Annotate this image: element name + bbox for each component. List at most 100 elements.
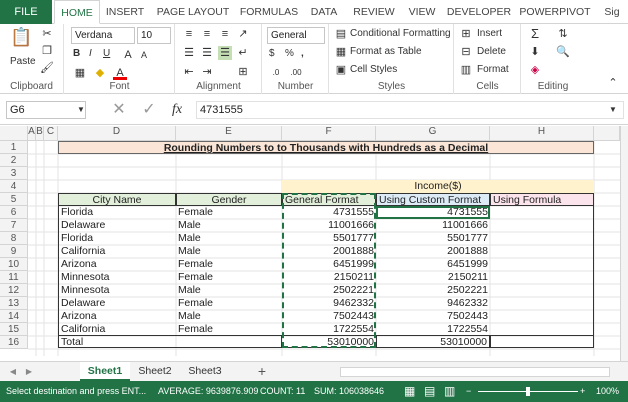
expand-formula-icon[interactable]: ▼ (606, 103, 620, 117)
total-formula[interactable] (490, 335, 594, 348)
add-sheet-button[interactable]: + (252, 362, 272, 381)
find-select-icon[interactable]: 🔍 (556, 45, 570, 59)
custom-format-cell[interactable]: 11001666 (376, 219, 490, 232)
percent-button[interactable]: % (285, 48, 294, 59)
custom-format-cell[interactable]: 6451999 (376, 258, 490, 271)
align-middle-icon[interactable]: ≡ (200, 27, 214, 41)
total-custom[interactable]: 53010000 (376, 335, 490, 348)
custom-format-cell[interactable]: 2502221 (376, 284, 490, 297)
currency-button[interactable]: $ (269, 48, 275, 59)
formula-cell[interactable] (490, 245, 594, 258)
row-header[interactable]: 4 (0, 180, 28, 193)
city-cell[interactable]: Florida (58, 232, 176, 245)
sheet-title[interactable]: Rounding Numbers to to Thousands with Hu… (58, 141, 594, 154)
tab-data[interactable]: DATA (306, 0, 342, 24)
row-header[interactable]: 2 (0, 154, 28, 167)
header-gender[interactable]: Gender (176, 193, 282, 206)
formula-cell[interactable] (490, 310, 594, 323)
formula-cell[interactable] (490, 219, 594, 232)
city-cell[interactable]: Arizona (58, 258, 176, 271)
city-cell[interactable]: Arizona (58, 310, 176, 323)
gender-cell[interactable]: Female (176, 206, 282, 219)
column-header-f[interactable]: F (282, 126, 376, 141)
font-color-icon[interactable]: A (113, 66, 127, 80)
align-right-icon[interactable]: ☰ (218, 46, 232, 60)
worksheet-grid[interactable]: A B C D E F G H 1 2 3 4 5 6 7 8 9 10 11 12 13 14 15 16 … (0, 126, 620, 356)
fill-color-icon[interactable]: ◆ (93, 66, 107, 80)
number-format-box[interactable]: General (267, 27, 325, 44)
column-header-h[interactable]: H (490, 126, 594, 141)
gender-cell[interactable]: Male (176, 245, 282, 258)
city-cell[interactable]: Delaware (58, 297, 176, 310)
custom-format-cell[interactable]: 9462332 (376, 297, 490, 310)
column-header-g[interactable]: G (376, 126, 490, 141)
tab-formulas[interactable]: FORMULAS (238, 0, 300, 24)
city-cell[interactable]: California (58, 245, 176, 258)
sheet-tab-sheet3[interactable]: Sheet3 (182, 362, 228, 381)
vertical-scrollbar[interactable] (620, 126, 628, 361)
decrease-indent-icon[interactable]: ⇤ (182, 65, 196, 79)
row-header[interactable]: 14 (0, 310, 28, 323)
name-box-dropdown-icon[interactable]: ▼ (74, 103, 88, 117)
font-increase-icon[interactable]: A (121, 48, 135, 62)
copy-icon[interactable]: ❐ (40, 44, 54, 58)
align-left-icon[interactable]: ☰ (182, 46, 196, 60)
cell-styles-button[interactable]: Cell Styles (350, 64, 397, 75)
income-header[interactable]: Income($) (282, 180, 594, 193)
row-header[interactable]: 7 (0, 219, 28, 232)
custom-format-cell[interactable]: 2150211 (376, 271, 490, 284)
gender-cell[interactable]: Male (176, 219, 282, 232)
gender-cell[interactable]: Male (176, 310, 282, 323)
formula-cell[interactable] (490, 284, 594, 297)
formula-input[interactable]: 4731555 (196, 101, 624, 119)
city-cell[interactable]: Florida (58, 206, 176, 219)
font-name-box[interactable]: Verdana (71, 27, 135, 44)
row-header[interactable]: 15 (0, 323, 28, 336)
formula-cell[interactable] (490, 297, 594, 310)
row-header[interactable]: 10 (0, 258, 28, 271)
page-break-view-icon[interactable]: ▥ (444, 381, 455, 402)
format-painter-icon[interactable]: 🖌 (40, 61, 54, 75)
row-header[interactable]: 12 (0, 284, 28, 297)
sheet-tab-sheet1[interactable]: Sheet1 (80, 362, 130, 381)
bold-button[interactable]: B (73, 48, 80, 59)
insert-function-button[interactable]: fx (172, 102, 182, 118)
merge-center-icon[interactable]: ⊞ (236, 65, 250, 79)
tab-insert[interactable]: INSERT (104, 0, 146, 24)
select-all-corner[interactable] (0, 126, 28, 141)
format-button[interactable]: Format (477, 64, 509, 75)
custom-format-cell[interactable]: 5501777 (376, 232, 490, 245)
decrease-decimal-icon[interactable]: .00 (289, 66, 303, 80)
insert-button[interactable]: Insert (477, 28, 502, 39)
custom-format-cell[interactable]: 2001888 (376, 245, 490, 258)
gender-cell[interactable]: Female (176, 271, 282, 284)
horizontal-scrollbar[interactable] (340, 367, 610, 377)
city-cell[interactable]: Minnesota (58, 271, 176, 284)
conditional-formatting-button[interactable]: Conditional Formatting (350, 28, 451, 39)
gender-cell[interactable]: Female (176, 258, 282, 271)
row-header[interactable]: 11 (0, 271, 28, 284)
formula-cell[interactable] (490, 258, 594, 271)
row-header[interactable]: 1 (0, 141, 28, 154)
zoom-out-icon[interactable]: − (466, 381, 471, 402)
delete-button[interactable]: Delete (477, 46, 506, 57)
row-header[interactable]: 6 (0, 206, 28, 219)
tab-view[interactable]: VIEW (404, 0, 440, 24)
column-header-i[interactable] (594, 126, 620, 141)
clear-icon[interactable]: ◈ (528, 63, 542, 77)
increase-indent-icon[interactable]: ⇥ (200, 65, 214, 79)
row-header[interactable]: 8 (0, 232, 28, 245)
formula-cell[interactable] (490, 232, 594, 245)
formula-cell[interactable] (490, 271, 594, 284)
row-header[interactable]: 5 (0, 193, 28, 206)
column-header-a[interactable]: A (28, 126, 36, 141)
header-city-name[interactable]: City Name (58, 193, 176, 206)
sort-filter-icon[interactable]: ⇅ (556, 27, 570, 41)
page-layout-view-icon[interactable]: ▤ (424, 381, 435, 402)
normal-view-icon[interactable]: ▦ (404, 381, 415, 402)
increase-decimal-icon[interactable]: .0 (269, 66, 283, 80)
gender-cell[interactable]: Male (176, 284, 282, 297)
gender-cell[interactable]: Male (176, 232, 282, 245)
tab-powerpivot[interactable]: POWERPIVOT (518, 0, 592, 24)
header-custom-format[interactable]: Using Custom Format (376, 193, 490, 206)
